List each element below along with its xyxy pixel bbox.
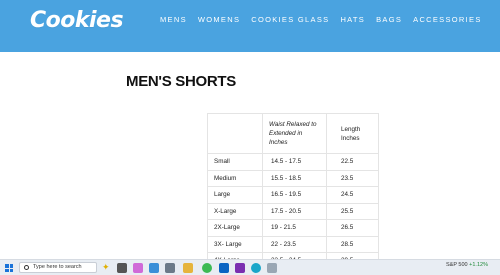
header-length-line2: Inches xyxy=(341,134,360,142)
waist-cell: 19 - 21.5 xyxy=(262,219,327,237)
length-cell: 23.5 xyxy=(326,169,379,187)
calculator-icon[interactable] xyxy=(165,263,175,273)
size-cell: Large xyxy=(207,186,263,204)
header-waist-cell: Waist Relaxed to Extended in Inches xyxy=(262,113,327,154)
nav-item-womens[interactable]: WOMENS xyxy=(198,15,240,24)
size-cell: 3X- Large xyxy=(207,235,263,253)
search-icon xyxy=(24,265,29,270)
page: Cookies MENS WOMENS COOKIES GLASS HATS B… xyxy=(0,0,500,275)
main-nav: MENS WOMENS COOKIES GLASS HATS BAGS ACCE… xyxy=(160,15,493,24)
table-row: Large 16.5 - 19.5 24.5 xyxy=(207,186,379,204)
windows-taskbar: Type here to search ✦ S&P 500 +1.12% xyxy=(0,259,500,275)
nav-item-accessories[interactable]: ACCESSORIES xyxy=(413,15,481,24)
size-chart-table: Waist Relaxed to Extended in Inches Leng… xyxy=(207,113,379,270)
length-cell: 22.5 xyxy=(326,153,379,171)
table-row: Medium 15.5 - 18.5 23.5 xyxy=(207,169,379,187)
search-placeholder: Type here to search xyxy=(33,264,82,270)
stock-widget[interactable]: S&P 500 +1.12% xyxy=(446,262,488,268)
nav-item-mens[interactable]: MENS xyxy=(160,15,187,24)
news-icon[interactable] xyxy=(149,263,159,273)
length-cell: 25.5 xyxy=(326,202,379,220)
chrome-icon[interactable] xyxy=(202,263,212,273)
size-cell: X-Large xyxy=(207,202,263,220)
outlook-icon[interactable] xyxy=(219,263,229,273)
nav-item-bags[interactable]: BAGS xyxy=(376,15,402,24)
widgets-sparkle-icon[interactable]: ✦ xyxy=(102,262,110,273)
table-row: X-Large 17.5 - 20.5 25.5 xyxy=(207,202,379,220)
header-length-cell: Length Inches xyxy=(326,113,379,154)
waist-cell: 14.5 - 17.5 xyxy=(262,153,327,171)
header-length-line1: Length xyxy=(341,125,361,133)
length-cell: 26.5 xyxy=(326,219,379,237)
edge-icon[interactable] xyxy=(251,263,261,273)
size-cell: 2X-Large xyxy=(207,219,263,237)
windows-start-icon[interactable] xyxy=(5,264,13,272)
waist-cell: 16.5 - 19.5 xyxy=(262,186,327,204)
table-row: 3X- Large 22 - 23.5 28.5 xyxy=(207,235,379,253)
taskbar-search-input[interactable]: Type here to search xyxy=(19,262,97,273)
page-title: MEN'S SHORTS xyxy=(126,73,236,90)
file-explorer-icon[interactable] xyxy=(183,263,193,273)
cookies-logo[interactable]: Cookies xyxy=(30,8,124,33)
app-icon[interactable] xyxy=(267,263,277,273)
size-cell: Medium xyxy=(207,169,263,187)
header-size-cell xyxy=(207,113,263,154)
length-cell: 24.5 xyxy=(326,186,379,204)
size-cell: Small xyxy=(207,153,263,171)
copilot-icon[interactable] xyxy=(133,263,143,273)
stock-change: +1.12% xyxy=(469,262,488,268)
waist-cell: 17.5 - 20.5 xyxy=(262,202,327,220)
length-cell: 28.5 xyxy=(326,235,379,253)
task-view-icon[interactable] xyxy=(117,263,127,273)
waist-cell: 15.5 - 18.5 xyxy=(262,169,327,187)
nav-item-hats[interactable]: HATS xyxy=(340,15,365,24)
header-waist-line2: Extended in Inches xyxy=(269,130,303,146)
site-header: Cookies MENS WOMENS COOKIES GLASS HATS B… xyxy=(0,0,500,52)
nav-item-cookies-glass[interactable]: COOKIES GLASS xyxy=(251,15,329,24)
waist-cell: 22 - 23.5 xyxy=(262,235,327,253)
table-row: 2X-Large 19 - 21.5 26.5 xyxy=(207,219,379,237)
header-waist-line1: Waist Relaxed to xyxy=(269,121,317,128)
onenote-icon[interactable] xyxy=(235,263,245,273)
table-row: Small 14.5 - 17.5 22.5 xyxy=(207,153,379,171)
table-header-row: Waist Relaxed to Extended in Inches Leng… xyxy=(207,113,379,154)
stock-label: S&P 500 xyxy=(446,262,468,268)
